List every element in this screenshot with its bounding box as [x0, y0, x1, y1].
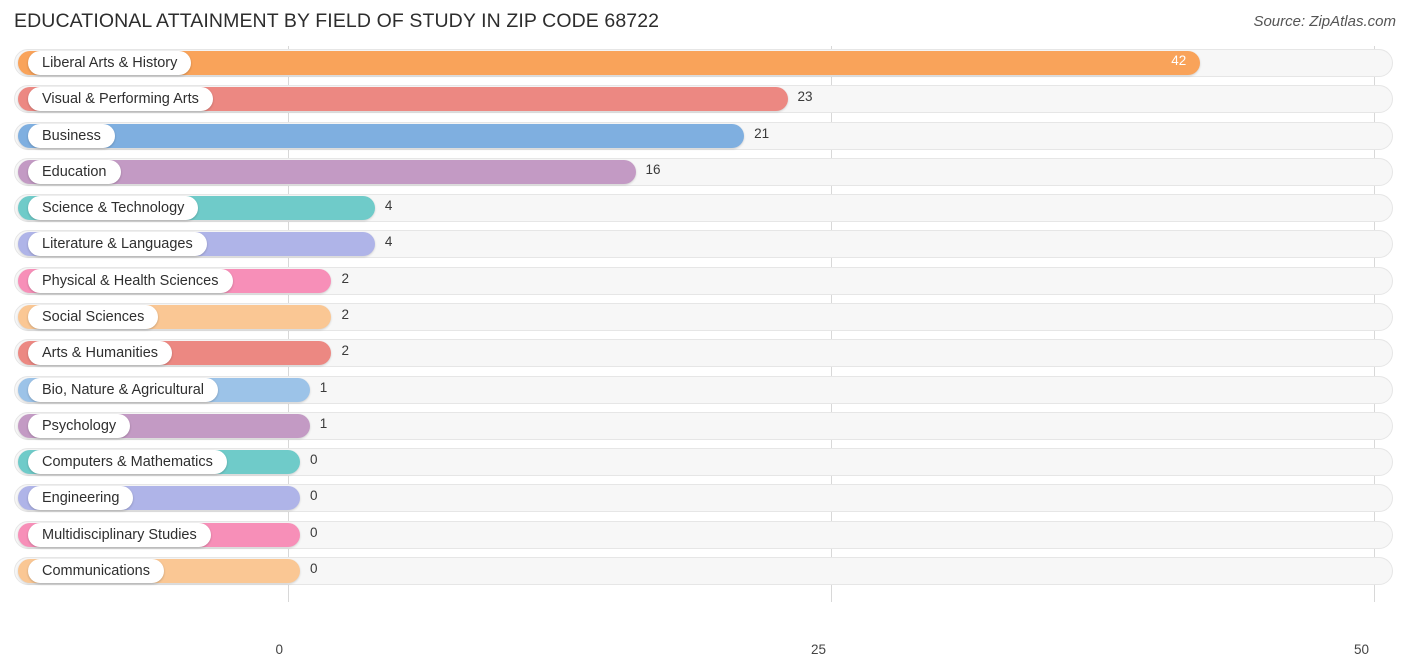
category-label: Visual & Performing Arts: [42, 91, 199, 108]
category-label-pill: Communications: [28, 558, 164, 583]
category-label-pill: Arts & Humanities: [28, 341, 173, 366]
source-attribution: Source: ZipAtlas.com: [1253, 13, 1396, 30]
category-label: Science & Technology: [42, 200, 185, 217]
bar-row[interactable]: Multidisciplinary Studies 0: [14, 520, 1393, 549]
category-label-pill: Business: [28, 123, 115, 148]
bar-row[interactable]: Social Sciences 2: [14, 302, 1393, 331]
bar-value-label: 2: [341, 343, 349, 359]
bar-chart-plot: Liberal Arts & History 42 Visual & Perform…: [0, 44, 1406, 657]
category-label-pill: Psychology: [28, 413, 131, 438]
bar-value-label: 0: [310, 560, 318, 576]
category-label-pill: Education: [28, 159, 121, 184]
x-tick-label: 25: [810, 642, 826, 657]
category-label-pill: Visual & Performing Arts: [28, 87, 213, 112]
bar-row[interactable]: Engineering 0: [14, 484, 1393, 513]
bar-row[interactable]: Physical & Health Sciences 2: [14, 266, 1393, 295]
category-label: Bio, Nature & Agricultural: [42, 381, 204, 398]
bar-value-label: 0: [310, 452, 318, 468]
category-label: Computers & Mathematics: [42, 454, 213, 471]
bar-value-label: 0: [310, 524, 318, 540]
x-tick-label: 0: [275, 642, 283, 657]
bar-row[interactable]: Bio, Nature & Agricultural 1: [14, 375, 1393, 404]
category-label-pill: Bio, Nature & Agricultural: [28, 377, 218, 402]
category-label: Education: [42, 163, 107, 180]
category-label: Psychology: [42, 417, 117, 434]
bar[interactable]: [18, 51, 1201, 75]
bar-row[interactable]: Psychology 1: [14, 411, 1393, 440]
category-label: Physical & Health Sciences: [42, 272, 219, 289]
category-label-pill: Liberal Arts & History: [28, 51, 192, 75]
bar-value-label: 4: [384, 198, 393, 214]
category-label-pill: Literature & Languages: [28, 232, 207, 257]
category-label: Business: [42, 127, 101, 144]
category-label: Multidisciplinary Studies: [42, 526, 197, 543]
bar-value-label: 42: [1171, 53, 1187, 68]
bar-value-label: 1: [319, 379, 328, 395]
bar-row[interactable]: Arts & Humanities 2: [14, 339, 1393, 368]
bar-row[interactable]: Visual & Performing Arts 23: [14, 85, 1393, 114]
bar-row[interactable]: Business 21: [14, 121, 1393, 150]
category-label-pill: Physical & Health Sciences: [28, 268, 233, 293]
category-label-pill: Social Sciences: [28, 304, 159, 329]
bar-value-label: 1: [319, 415, 328, 431]
x-tick-label: 50: [1353, 642, 1369, 657]
page-title: EDUCATIONAL ATTAINMENT BY FIELD OF STUDY…: [14, 10, 660, 32]
bar-row[interactable]: Computers & Mathematics 0: [14, 448, 1393, 477]
category-label: Arts & Humanities: [42, 345, 159, 362]
bar-row[interactable]: Literature & Languages 4: [14, 230, 1393, 259]
bar-value-label: 0: [310, 488, 318, 504]
category-label-pill: Computers & Mathematics: [28, 450, 227, 475]
bar-row[interactable]: Education 16: [14, 157, 1393, 186]
bar[interactable]: [18, 123, 745, 148]
bar-row[interactable]: Liberal Arts & History 42: [14, 49, 1393, 77]
bar-row[interactable]: Communications 0: [14, 556, 1393, 585]
bar-value-label: 4: [384, 234, 393, 250]
bar-value-label: 16: [645, 161, 661, 177]
bar-value-label: 2: [341, 306, 349, 322]
bar-value-label: 2: [341, 270, 349, 286]
category-label-pill: Engineering: [28, 486, 134, 511]
bar-value-label: 23: [797, 89, 813, 105]
bar-row[interactable]: Science & Technology 4: [14, 194, 1393, 223]
chart-header: EDUCATIONAL ATTAINMENT BY FIELD OF STUDY…: [0, 0, 1406, 44]
bar-value-label: 21: [754, 125, 770, 141]
category-label: Social Sciences: [42, 308, 145, 325]
category-label: Engineering: [42, 490, 120, 507]
category-label-pill: Science & Technology: [28, 196, 199, 221]
category-label: Literature & Languages: [42, 236, 193, 253]
category-label: Communications: [42, 562, 150, 579]
category-label: Liberal Arts & History: [42, 55, 178, 71]
category-label-pill: Multidisciplinary Studies: [28, 522, 211, 547]
